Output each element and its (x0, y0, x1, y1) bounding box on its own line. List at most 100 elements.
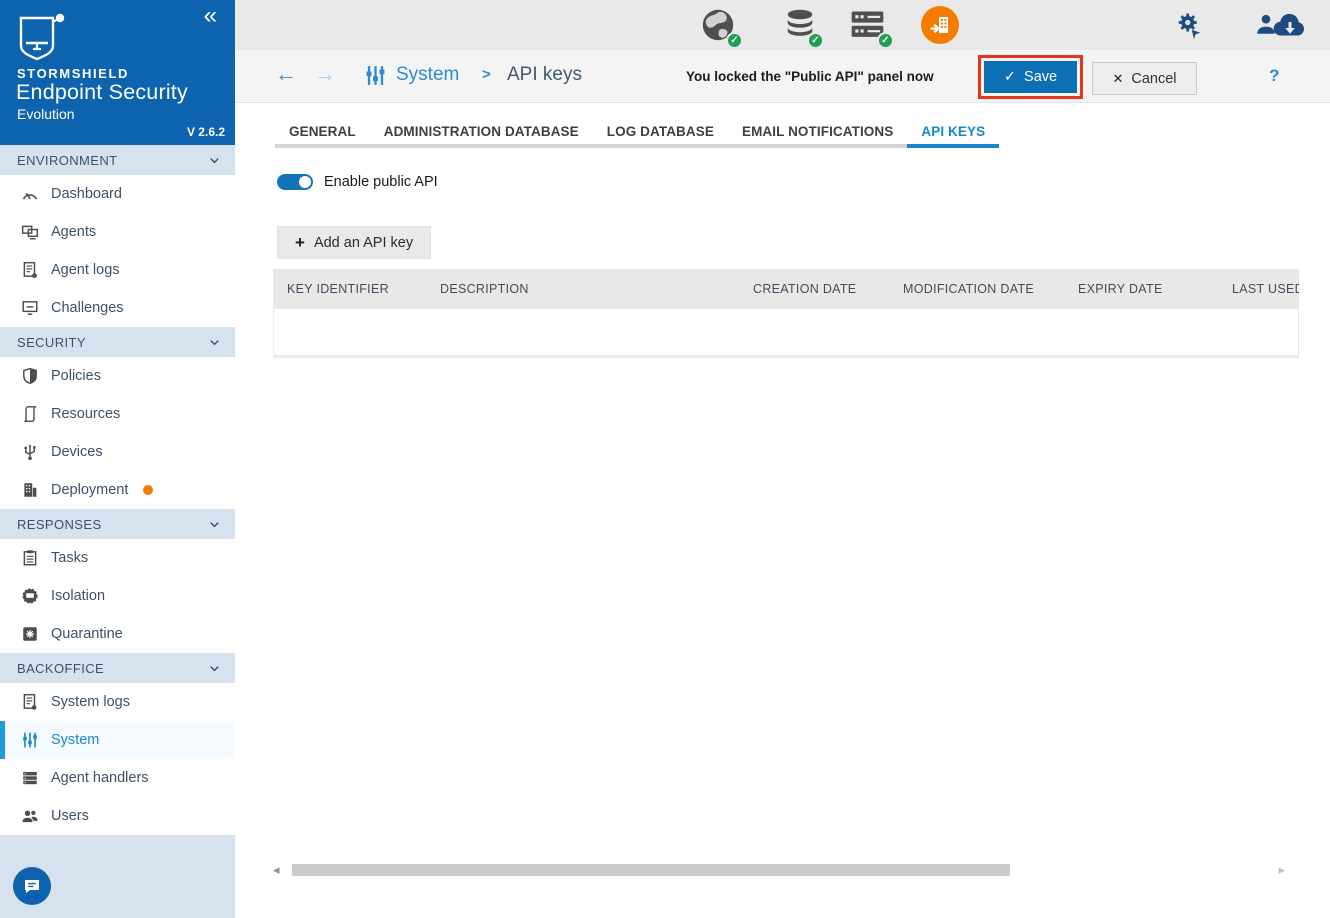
services-gear-icon[interactable] (1174, 10, 1204, 40)
nav-forward-icon[interactable]: → (314, 61, 336, 87)
cancel-button[interactable]: ✕ Cancel (1092, 62, 1197, 95)
api-keys-table: KEY IDENTIFIER DESCRIPTION CREATION DATE MO… (273, 269, 1299, 358)
table-header-row: KEY IDENTIFIER DESCRIPTION CREATION DATE MO… (273, 269, 1299, 309)
sidebar-item-label: Agent logs (51, 262, 120, 278)
toggle-label: Enable public API (324, 174, 438, 190)
save-annotation-box: ✓ Save (978, 55, 1083, 99)
column-header-expiry-date[interactable]: EXPIRY DATE (1064, 282, 1218, 296)
deployment-alert-icon[interactable] (921, 6, 959, 44)
tab-general[interactable]: GENERAL (275, 117, 370, 148)
cloud-download-icon[interactable] (1272, 10, 1308, 40)
sidebar-item-label: Isolation (51, 588, 106, 604)
sidebar-item-label: Agents (51, 224, 97, 240)
chevron-down-icon (207, 335, 222, 350)
help-button[interactable]: ? (1269, 66, 1279, 86)
breadcrumb-bar: ← → System > API keys You locked the "Pu… (235, 50, 1330, 103)
save-button[interactable]: ✓ Save (984, 61, 1077, 93)
deployment-icon (21, 481, 39, 499)
sidebar-item-users[interactable]: Users (0, 797, 235, 835)
globe-status-icon[interactable]: ✓ (699, 6, 743, 49)
column-header-description[interactable]: DESCRIPTION (426, 282, 739, 296)
section-label: ENVIRONMENT (17, 152, 118, 168)
chevron-down-icon (207, 153, 222, 168)
column-header-modification-date[interactable]: MODIFICATION DATE (889, 282, 1064, 296)
brand-name: STORMSHIELD (17, 66, 129, 81)
system-sliders-icon (364, 64, 387, 87)
scrollbar-thumb[interactable] (292, 864, 1010, 876)
column-header-creation-date[interactable]: CREATION DATE (739, 282, 889, 296)
agents-icon (21, 223, 39, 241)
main-content: GENERAL ADMINISTRATION DATABASE LOG DATABA… (235, 103, 1330, 918)
nav-back-icon[interactable]: ← (275, 61, 297, 87)
deployment-notification-dot (143, 485, 154, 495)
agent-logs-icon (21, 261, 39, 279)
column-header-last-used[interactable]: LAST USED (1218, 282, 1299, 296)
x-icon: ✕ (1112, 70, 1124, 86)
sidebar-item-label: Agent handlers (51, 770, 149, 786)
resources-icon (21, 405, 39, 423)
enable-public-api-toggle[interactable] (277, 174, 313, 190)
scroll-left-icon[interactable]: ◂ (273, 863, 280, 877)
scroll-right-icon[interactable]: ▸ (1278, 863, 1285, 877)
sidebar-footer (0, 835, 235, 918)
sidebar-item-system-logs[interactable]: System logs (0, 683, 235, 721)
sidebar-item-label: Resources (51, 406, 121, 422)
database-status-icon[interactable]: ✓ (782, 6, 824, 49)
column-header-key-identifier[interactable]: KEY IDENTIFIER (273, 282, 426, 296)
product-version: V 2.6.2 (186, 125, 225, 139)
tab-bar: GENERAL ADMINISTRATION DATABASE LOG DATABA… (275, 117, 1000, 148)
section-label: SECURITY (17, 334, 86, 350)
sidebar-item-agent-logs[interactable]: Agent logs (0, 251, 235, 289)
sidebar-section-responses[interactable]: RESPONSES (0, 509, 235, 539)
sidebar-section-backoffice[interactable]: BACKOFFICE (0, 653, 235, 683)
sidebar-menu: ENVIRONMENT Dashboard Agents Agent logs Chal… (0, 145, 235, 835)
challenges-icon (21, 299, 39, 317)
sidebar-item-quarantine[interactable]: Quarantine (0, 615, 235, 653)
breadcrumb-parent[interactable]: System (396, 64, 459, 86)
quarantine-icon (21, 625, 39, 643)
sidebar-item-label: Users (51, 808, 89, 824)
tab-log-database[interactable]: LOG DATABASE (593, 117, 728, 148)
product-name: Endpoint Security (16, 80, 188, 104)
sidebar-item-dashboard[interactable]: Dashboard (0, 175, 235, 213)
chevron-down-icon (207, 661, 222, 676)
chat-button[interactable] (13, 867, 51, 905)
tab-administration-database[interactable]: ADMINISTRATION DATABASE (370, 117, 593, 148)
sidebar-item-policies[interactable]: Policies (0, 357, 235, 395)
add-api-key-button[interactable]: + Add an API key (277, 226, 432, 259)
users-icon (21, 807, 39, 825)
sidebar-item-tasks[interactable]: Tasks (0, 539, 235, 577)
chat-bubble-icon (25, 880, 39, 893)
server-status-icon[interactable]: ✓ (847, 6, 894, 49)
cancel-label: Cancel (1131, 70, 1177, 87)
sidebar-item-deployment[interactable]: Deployment (0, 471, 235, 509)
sidebar-item-isolation[interactable]: Isolation (0, 577, 235, 615)
collapse-sidebar-icon[interactable]: « (204, 2, 217, 30)
plus-icon: + (295, 232, 305, 252)
breadcrumb-separator: > (482, 66, 491, 83)
table-empty-row (273, 309, 1299, 358)
topbar: ✓ ✓ ✓ (235, 0, 1330, 50)
sidebar-section-environment[interactable]: ENVIRONMENT (0, 145, 235, 175)
sidebar-item-resources[interactable]: Resources (0, 395, 235, 433)
public-api-toggle-row: Enable public API (277, 174, 1330, 190)
tab-email-notifications[interactable]: EMAIL NOTIFICATIONS (728, 117, 907, 148)
sidebar-section-security[interactable]: SECURITY (0, 327, 235, 357)
sidebar-item-system[interactable]: System (0, 721, 235, 759)
sidebar-item-label: System (51, 732, 100, 748)
system-logs-icon (21, 693, 39, 711)
sidebar-item-challenges[interactable]: Challenges (0, 289, 235, 327)
sidebar-item-label: Deployment (51, 482, 129, 498)
sidebar: « STORMSHIELD Endpoint Security Evolutio… (0, 0, 235, 918)
brand-block: « STORMSHIELD Endpoint Security Evolutio… (0, 0, 235, 145)
horizontal-scrollbar: ◂ ▸ (273, 863, 1285, 877)
sidebar-item-agents[interactable]: Agents (0, 213, 235, 251)
tab-api-keys[interactable]: API KEYS (907, 117, 1000, 148)
sidebar-item-label: Tasks (51, 550, 89, 566)
sidebar-item-label: Quarantine (51, 626, 123, 642)
check-icon: ✓ (1003, 69, 1017, 85)
sidebar-item-devices[interactable]: Devices (0, 433, 235, 471)
status-ok-badge: ✓ (726, 32, 743, 49)
breadcrumb-current: API keys (507, 64, 582, 85)
sidebar-item-agent-handlers[interactable]: Agent handlers (0, 759, 235, 797)
